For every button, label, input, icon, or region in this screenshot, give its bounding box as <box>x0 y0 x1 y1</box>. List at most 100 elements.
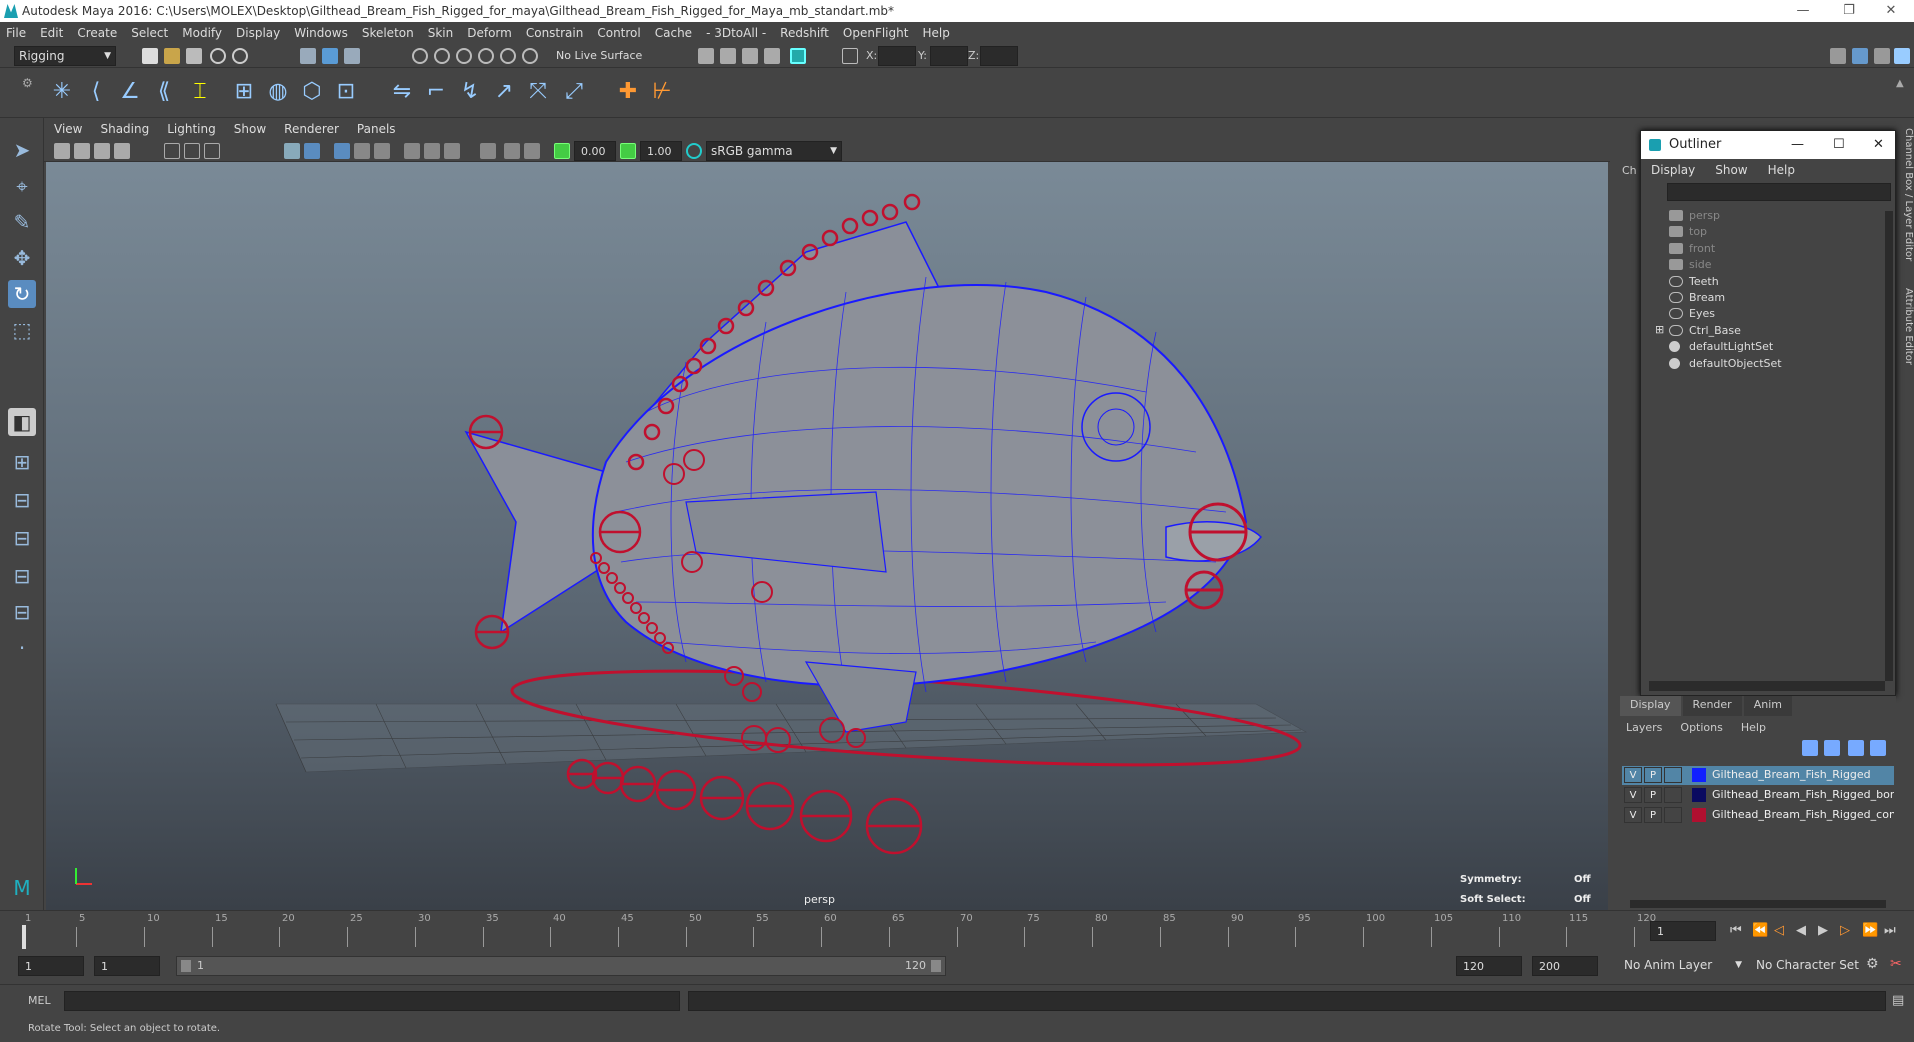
snap-curve-icon[interactable] <box>434 48 450 64</box>
xray-icon[interactable] <box>504 143 520 159</box>
live-surface-label[interactable]: No Live Surface <box>556 49 642 62</box>
isolate-select-icon[interactable] <box>480 143 496 159</box>
playback-end-field[interactable]: 120 <box>1456 956 1522 976</box>
menu-redshift[interactable]: Redshift <box>780 26 829 40</box>
locator-icon[interactable]: ✚ <box>614 78 642 106</box>
transform-mode-icon[interactable] <box>842 48 858 64</box>
channel-box-tab-label[interactable]: Ch <box>1622 164 1637 177</box>
smooth-bind-icon[interactable]: ⊞ <box>230 78 258 106</box>
new-layer-selected-icon[interactable] <box>1870 740 1886 756</box>
insert-joint-icon[interactable]: ⟪ <box>150 78 178 106</box>
redo-icon[interactable] <box>232 48 248 64</box>
menu-constrain[interactable]: Constrain <box>526 26 584 40</box>
save-scene-icon[interactable] <box>186 48 202 64</box>
range-slider[interactable]: 1 120 <box>176 956 946 976</box>
bookmark-icon[interactable] <box>94 143 110 159</box>
four-view-layout-icon[interactable]: ⊞ <box>8 448 36 476</box>
single-perspective-layout-icon[interactable]: ◧ <box>8 408 36 436</box>
anim-layer-dropdown[interactable]: No Anim Layer ▼ <box>1620 956 1744 976</box>
expand-icon[interactable]: ⊞ <box>1655 323 1664 336</box>
outliner-item[interactable]: ⊞ Ctrl_Base <box>1655 323 1741 337</box>
outliner-item[interactable]: side <box>1669 258 1712 271</box>
graph-layout-icon[interactable]: ⊟ <box>8 524 36 552</box>
step-back-key-icon[interactable]: ⏪ <box>1752 923 1768 938</box>
lasso-tool-icon[interactable]: ⌖ <box>8 172 36 200</box>
layer-menu-layers[interactable]: Layers <box>1626 721 1662 734</box>
outliner-item[interactable]: Eyes <box>1669 307 1715 320</box>
outliner-item[interactable]: persp <box>1669 209 1720 222</box>
minimize-icon[interactable]: — <box>1791 131 1804 159</box>
hypershade-icon[interactable] <box>790 48 806 64</box>
outliner-menu-show[interactable]: Show <box>1715 163 1747 177</box>
y-field[interactable] <box>930 46 968 66</box>
x-field[interactable] <box>878 46 916 66</box>
orient-constraint-icon[interactable]: ↗ <box>490 78 518 106</box>
snap-vertex-icon[interactable] <box>522 48 538 64</box>
script-editor-icon[interactable]: ▤ <box>1892 993 1904 1008</box>
layer-visibility-toggle[interactable]: V <box>1624 807 1642 823</box>
menu-openflight[interactable]: OpenFlight <box>843 26 909 40</box>
panel-menu-panels[interactable]: Panels <box>357 122 396 136</box>
lattice-icon[interactable]: ⬡ <box>298 78 326 106</box>
current-frame-field[interactable]: 1 <box>1650 921 1716 941</box>
panel-menu-renderer[interactable]: Renderer <box>284 122 339 136</box>
bind-skin-icon[interactable]: ⌶ <box>186 78 214 106</box>
aim-constraint-icon[interactable]: ⤢ <box>560 78 588 106</box>
step-back-frame-icon[interactable]: ◁ <box>1774 923 1784 938</box>
time-slider[interactable]: 1 5 10 15 20 25 30 35 40 45 50 55 60 65 70 75 80 85 90 95 10… <box>0 910 1914 950</box>
shelf-menu-icon[interactable]: ⚙ <box>22 76 33 90</box>
outliner-menu-help[interactable]: Help <box>1768 163 1795 177</box>
layer-display-type-toggle[interactable] <box>1664 767 1682 783</box>
menu-modify[interactable]: Modify <box>182 26 222 40</box>
rotate-tool-icon[interactable]: ↻ <box>8 280 36 308</box>
panel-menu-show[interactable]: Show <box>234 122 266 136</box>
lights-icon[interactable] <box>374 143 390 159</box>
shadows-icon[interactable] <box>404 143 420 159</box>
layer-display-type-toggle[interactable] <box>1664 787 1682 803</box>
perspective-viewport[interactable]: persp Symmetry: Off Soft Select: Off <box>46 162 1608 910</box>
gamma-field[interactable]: 1.00 <box>640 141 682 161</box>
z-field[interactable] <box>980 46 1018 66</box>
outliner-item[interactable]: top <box>1669 225 1707 238</box>
minimize-button[interactable]: — <box>1780 0 1826 22</box>
outliner-layout-icon[interactable]: ⊟ <box>8 486 36 514</box>
range-end-handle[interactable] <box>931 960 941 972</box>
cluster-icon[interactable]: ◍ <box>264 78 292 106</box>
menu-skin[interactable]: Skin <box>428 26 454 40</box>
attribute-editor-icon[interactable] <box>1894 48 1910 64</box>
layer-color-swatch[interactable] <box>1692 768 1706 782</box>
layer-visibility-toggle[interactable]: V <box>1624 787 1642 803</box>
scale-constraint-icon[interactable]: ⤧ <box>524 78 552 106</box>
render-sequence-icon[interactable] <box>720 48 736 64</box>
new-scene-icon[interactable] <box>142 48 158 64</box>
resolution-gate-icon[interactable] <box>204 143 220 159</box>
exposure-icon[interactable] <box>554 143 570 159</box>
layer-menu-help[interactable]: Help <box>1741 721 1766 734</box>
film-gate-icon[interactable] <box>184 143 200 159</box>
camera-attributes-icon[interactable] <box>74 143 90 159</box>
outliner-item[interactable]: Teeth <box>1669 275 1719 288</box>
layer-visibility-toggle[interactable]: V <box>1624 767 1642 783</box>
layer-row[interactable]: V P Gilthead_Bream_Fish_Rigged <box>1622 766 1894 785</box>
render-layout-icon[interactable]: ⊟ <box>8 598 36 626</box>
cluster-handle-icon[interactable]: ⊬ <box>648 78 676 106</box>
outliner-titlebar[interactable]: Outliner — ☐ ✕ <box>1641 131 1895 159</box>
motion-blur-icon[interactable] <box>444 143 460 159</box>
auto-key-icon[interactable]: ⚙ <box>1866 956 1879 972</box>
menu-create[interactable]: Create <box>77 26 117 40</box>
restore-button[interactable]: ❐ <box>1826 0 1872 22</box>
go-to-end-icon[interactable]: ⏭ <box>1884 923 1896 938</box>
select-hierarchy-icon[interactable] <box>300 48 316 64</box>
layer-row[interactable]: V P Gilthead_Bream_Fish_Rigged_bone <box>1622 786 1894 805</box>
new-layer-icon[interactable] <box>1848 740 1864 756</box>
outliner-item[interactable]: Bream <box>1669 291 1725 304</box>
wireframe-on-shaded-icon[interactable] <box>334 143 350 159</box>
animation-start-field[interactable]: 1 <box>18 956 84 976</box>
hypershade-layout-icon[interactable]: ⊟ <box>8 562 36 590</box>
channel-box-icon[interactable] <box>1874 48 1890 64</box>
snap-grid-icon[interactable] <box>412 48 428 64</box>
outliner-vscrollbar[interactable] <box>1885 211 1893 681</box>
select-object-icon[interactable] <box>322 48 338 64</box>
xray-joints-icon[interactable] <box>524 143 540 159</box>
menuset-dropdown[interactable]: Rigging ▼ <box>14 46 116 66</box>
